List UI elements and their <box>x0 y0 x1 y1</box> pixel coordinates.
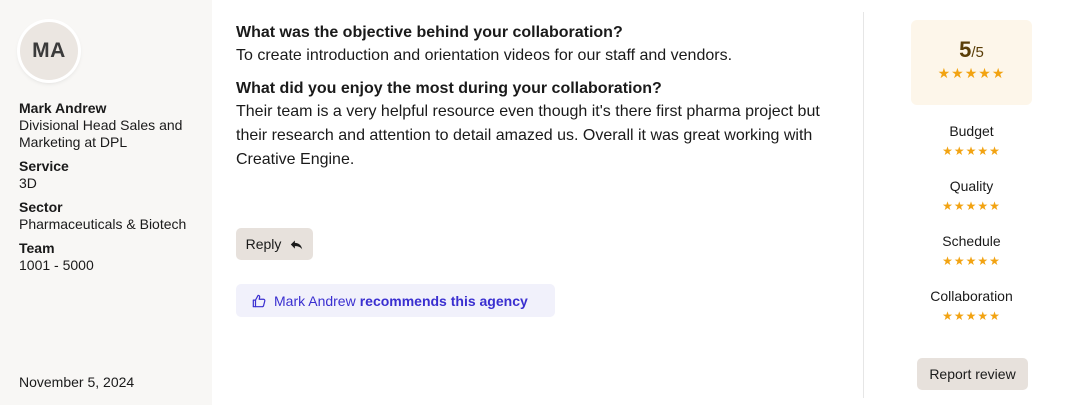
category-label: Quality <box>949 178 994 194</box>
service-value: 3D <box>19 175 37 191</box>
overall-stars-icon: ★★★★★ <box>937 65 1006 81</box>
report-review-button[interactable]: Report review <box>917 358 1028 390</box>
avatar: MA <box>20 22 78 80</box>
enjoy-block: What did you enjoy the most during your … <box>236 78 846 172</box>
question-enjoy: What did you enjoy the most during your … <box>236 80 662 97</box>
rating-score: 5/5 <box>911 37 1032 63</box>
question-objective: What was the objective behind your colla… <box>236 24 623 41</box>
category-stars-icon: ★★★★★ <box>942 309 1001 323</box>
thumbs-up-icon <box>252 294 266 307</box>
recommend-text: recommends this agency <box>359 292 528 309</box>
column-divider <box>863 12 864 398</box>
reply-label: Reply <box>245 236 282 252</box>
category-stars-icon: ★★★★★ <box>942 144 1001 158</box>
reviewer-info: Mark Andrew Divisional Head Sales and Ma… <box>19 100 199 274</box>
reply-button[interactable]: Reply <box>236 228 313 260</box>
answer-objective: To create introduction and orientation v… <box>236 47 733 64</box>
reply-arrow-icon <box>291 239 303 249</box>
team-label: Team <box>19 240 55 256</box>
recommend-name: Mark Andrew <box>274 292 356 309</box>
review-date: November 5, 2024 <box>19 374 135 390</box>
sector-value: Pharmaceuticals & Biotech <box>19 216 187 232</box>
recommend-banner: Mark Andrew recommends this agency <box>236 284 555 317</box>
reviewer-name: Mark Andrew <box>19 100 107 116</box>
answer-enjoy: Their team is a very helpful resource ev… <box>236 103 820 168</box>
reviewer-sidebar: MA Mark Andrew Divisional Head Sales and… <box>0 0 212 405</box>
overall-rating: 5/5 ★★★★★ <box>911 20 1032 105</box>
category-stars-icon: ★★★★★ <box>942 199 1001 213</box>
category-collaboration: Collaboration ★★★★★ <box>911 288 1032 323</box>
category-label: Collaboration <box>930 288 1013 304</box>
service-label: Service <box>19 158 69 174</box>
team-value: 1001 - 5000 <box>19 257 94 273</box>
category-budget: Budget ★★★★★ <box>911 123 1032 158</box>
sector-label: Sector <box>19 199 63 215</box>
review-body: What was the objective behind your colla… <box>236 22 846 172</box>
category-schedule: Schedule ★★★★★ <box>911 233 1032 268</box>
category-stars-icon: ★★★★★ <box>942 254 1001 268</box>
rating-out-of: /5 <box>971 44 984 61</box>
category-label: Schedule <box>942 233 1001 249</box>
category-label: Budget <box>949 123 994 139</box>
reviewer-title: Divisional Head Sales and Marketing at D… <box>19 117 183 150</box>
rating-value: 5 <box>959 37 972 62</box>
category-quality: Quality ★★★★★ <box>911 178 1032 213</box>
